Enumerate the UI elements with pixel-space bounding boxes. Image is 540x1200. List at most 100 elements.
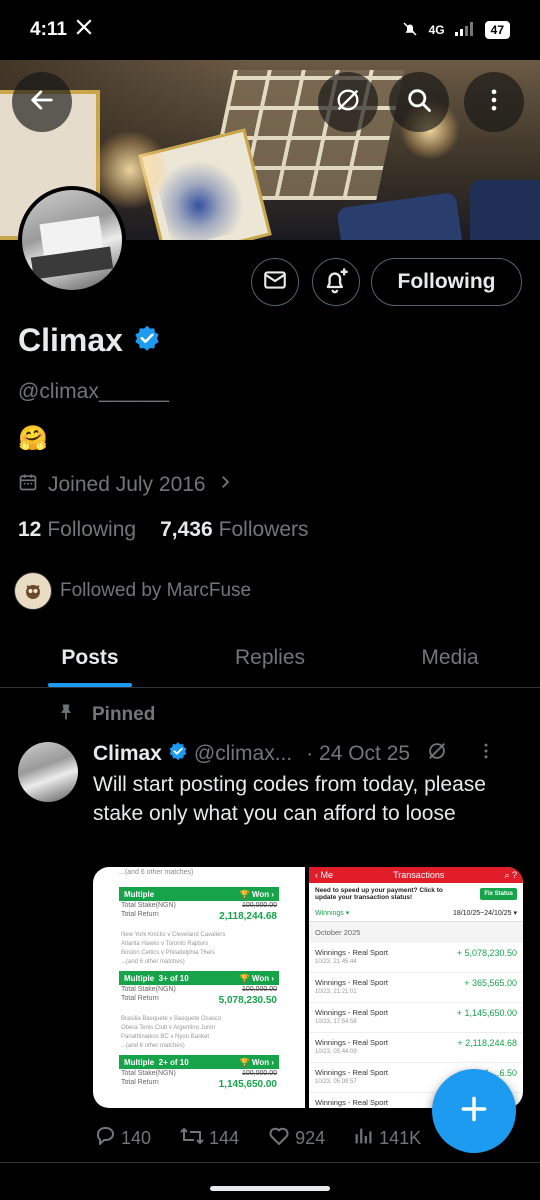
slip-won-label: 🏆 Won › bbox=[239, 889, 274, 899]
verified-badge-icon[interactable] bbox=[133, 324, 161, 357]
transaction-label: Winnings - Real Sport bbox=[315, 1008, 388, 1017]
following-button[interactable]: Following bbox=[371, 258, 522, 306]
slip-won-label: 🏆 Won › bbox=[239, 1057, 274, 1067]
transaction-row: Winnings - Real Sport 10/23, 17:54:58 + 1… bbox=[309, 1003, 523, 1033]
followed-by[interactable]: Followed by MarcFuse bbox=[14, 572, 251, 610]
transaction-label: Winnings - Real Sport bbox=[315, 1038, 388, 1047]
grok-icon[interactable] bbox=[426, 740, 448, 768]
post-more-icon[interactable] bbox=[476, 741, 496, 767]
search-icon bbox=[405, 86, 433, 119]
post-author-name[interactable]: Climax bbox=[93, 742, 162, 766]
reply-button[interactable]: 140 bbox=[93, 1124, 151, 1153]
slip-match: ...(and 6 other matches) bbox=[121, 1043, 185, 1049]
pin-icon bbox=[56, 702, 76, 728]
slip-match: Obera Tenis Club v Argentino Junin bbox=[121, 1025, 215, 1031]
transactions-month: October 2025 bbox=[309, 922, 523, 943]
message-button[interactable] bbox=[251, 258, 299, 306]
envelope-icon bbox=[262, 267, 288, 298]
grok-button[interactable] bbox=[318, 72, 378, 132]
tab-posts[interactable]: Posts bbox=[0, 628, 180, 687]
following-label: Following bbox=[47, 518, 137, 541]
back-button[interactable] bbox=[12, 72, 72, 132]
transaction-date: 10/23, 21:45:44 bbox=[315, 959, 357, 965]
fix-status-button: Fix Status bbox=[480, 888, 517, 900]
transaction-label: Winnings - Real Sport bbox=[315, 1098, 388, 1107]
slip-stake: 100,000.00 bbox=[241, 1070, 277, 1077]
tab-replies[interactable]: Replies bbox=[180, 628, 360, 687]
profile-avatar[interactable] bbox=[18, 186, 126, 294]
profile-tabs: Posts Replies Media bbox=[0, 628, 540, 688]
transaction-amount: + 2,118,244.68 bbox=[457, 1038, 517, 1048]
repost-icon bbox=[179, 1124, 205, 1153]
slip-won-text: Won bbox=[251, 1057, 270, 1067]
slip-match: Panathinaikos BC v Nyon Basket bbox=[121, 1034, 210, 1040]
repost-button[interactable]: 144 bbox=[179, 1124, 239, 1153]
post-text: Will start posting codes from today, ple… bbox=[93, 773, 486, 825]
slip-stake-line: Total Stake(NGN) 100,000.00 bbox=[93, 985, 305, 994]
verified-badge-icon bbox=[168, 741, 188, 767]
compose-post-button[interactable] bbox=[432, 1069, 516, 1153]
x-logo-icon bbox=[75, 18, 93, 42]
like-button[interactable]: 924 bbox=[267, 1124, 325, 1153]
grok-icon bbox=[334, 86, 362, 119]
slip-stake-label: Total Stake(NGN) bbox=[121, 902, 176, 909]
slip-match: ...(and 6 other matches) bbox=[121, 959, 185, 965]
more-options-button[interactable] bbox=[464, 72, 524, 132]
transaction-info: Winnings - Real Sport 10/23, 21:45:44 bbox=[315, 948, 388, 967]
transaction-amount: + 1,145,650.00 bbox=[456, 1008, 517, 1018]
transaction-label: Winnings - Real Sport bbox=[315, 1068, 388, 1077]
more-vertical-icon bbox=[480, 86, 508, 119]
transactions-filter: Winnings ▾ 18/10/25~24/10/25 ▾ bbox=[309, 905, 523, 922]
calendar-icon bbox=[18, 472, 38, 498]
bet-slip-image[interactable]: ...(and 6 other matches) Multiple 🏆 Won … bbox=[93, 867, 305, 1108]
slip-won-label: 🏆 Won › bbox=[239, 973, 274, 983]
slip-won-text: Won bbox=[251, 973, 270, 983]
transaction-date: 10/23, 05:44:09 bbox=[315, 1049, 357, 1055]
slip-return-line: Total Return 2,118,244.68 bbox=[93, 910, 305, 923]
views-count: 141K bbox=[379, 1128, 422, 1148]
following-count[interactable]: 12 Following bbox=[18, 518, 136, 542]
reply-icon bbox=[93, 1124, 117, 1153]
slip-match: Brasilia Basquete v Basquete Osasco bbox=[121, 1016, 222, 1022]
post-date[interactable]: · 24 Oct 25 bbox=[306, 742, 410, 766]
joined-date[interactable]: Joined July 2016 bbox=[18, 472, 234, 498]
slip-stake-label: Total Stake(NGN) bbox=[121, 986, 176, 993]
views-icon bbox=[353, 1125, 375, 1152]
views-button[interactable]: 141K bbox=[353, 1125, 421, 1152]
transactions-range-label: 18/10/25~24/10/25 bbox=[452, 910, 512, 917]
profile-bio: 🤗 bbox=[18, 425, 48, 452]
transactions-notice: Need to speed up your payment? Click to … bbox=[309, 883, 523, 905]
repost-count: 144 bbox=[209, 1128, 240, 1148]
transaction-date: 10/23, 17:54:58 bbox=[315, 1019, 357, 1025]
transaction-info: Winnings - Real Sport 10/23, 21:21:01 bbox=[315, 978, 388, 997]
transactions-back: ‹ Me bbox=[315, 870, 334, 880]
slip-multiple-label: Multiple 2+ of 10 bbox=[124, 1058, 189, 1067]
transaction-row: Winnings - Real Sport 10/23, 21:21:01 + 3… bbox=[309, 973, 523, 1003]
arrow-left-icon bbox=[28, 86, 56, 119]
profile-name: Climax bbox=[18, 322, 123, 358]
transactions-header: ‹ Me Transactions ⌕ ? bbox=[309, 867, 523, 883]
home-indicator[interactable] bbox=[210, 1186, 330, 1191]
notifications-button[interactable] bbox=[312, 258, 360, 306]
slip-stake: 100,000.00 bbox=[241, 902, 277, 909]
slip-stake: 100,000.00 bbox=[241, 986, 277, 993]
transaction-info: Winnings - Real Sport 10/23, 05:44:09 bbox=[315, 1038, 388, 1057]
slip-multiple-extra: 2+ of 10 bbox=[158, 1057, 189, 1067]
battery-indicator: 47 bbox=[484, 21, 510, 39]
followers-count[interactable]: 7,436 Followers bbox=[160, 518, 308, 542]
reply-count: 140 bbox=[121, 1128, 152, 1148]
mute-bell-icon bbox=[401, 20, 419, 41]
post-header: Climax @climax... · 24 Oct 25 bbox=[93, 740, 523, 768]
slip-multiple-label: Multiple bbox=[124, 889, 155, 899]
slip-match: Atlanta Hawks v Toronto Raptors bbox=[121, 941, 209, 947]
search-button[interactable] bbox=[389, 72, 449, 132]
slip-stake-label: Total Stake(NGN) bbox=[121, 1070, 176, 1077]
post-author-handle[interactable]: @climax... bbox=[194, 742, 292, 766]
followers-label: Followers bbox=[218, 518, 309, 541]
tab-media[interactable]: Media bbox=[360, 628, 540, 687]
transaction-date: 10/23, 21:21:01 bbox=[315, 989, 357, 995]
heart-icon bbox=[267, 1124, 291, 1153]
follow-counts: 12 Following 7,436 Followers bbox=[18, 518, 309, 542]
post-author-avatar[interactable] bbox=[18, 742, 78, 802]
